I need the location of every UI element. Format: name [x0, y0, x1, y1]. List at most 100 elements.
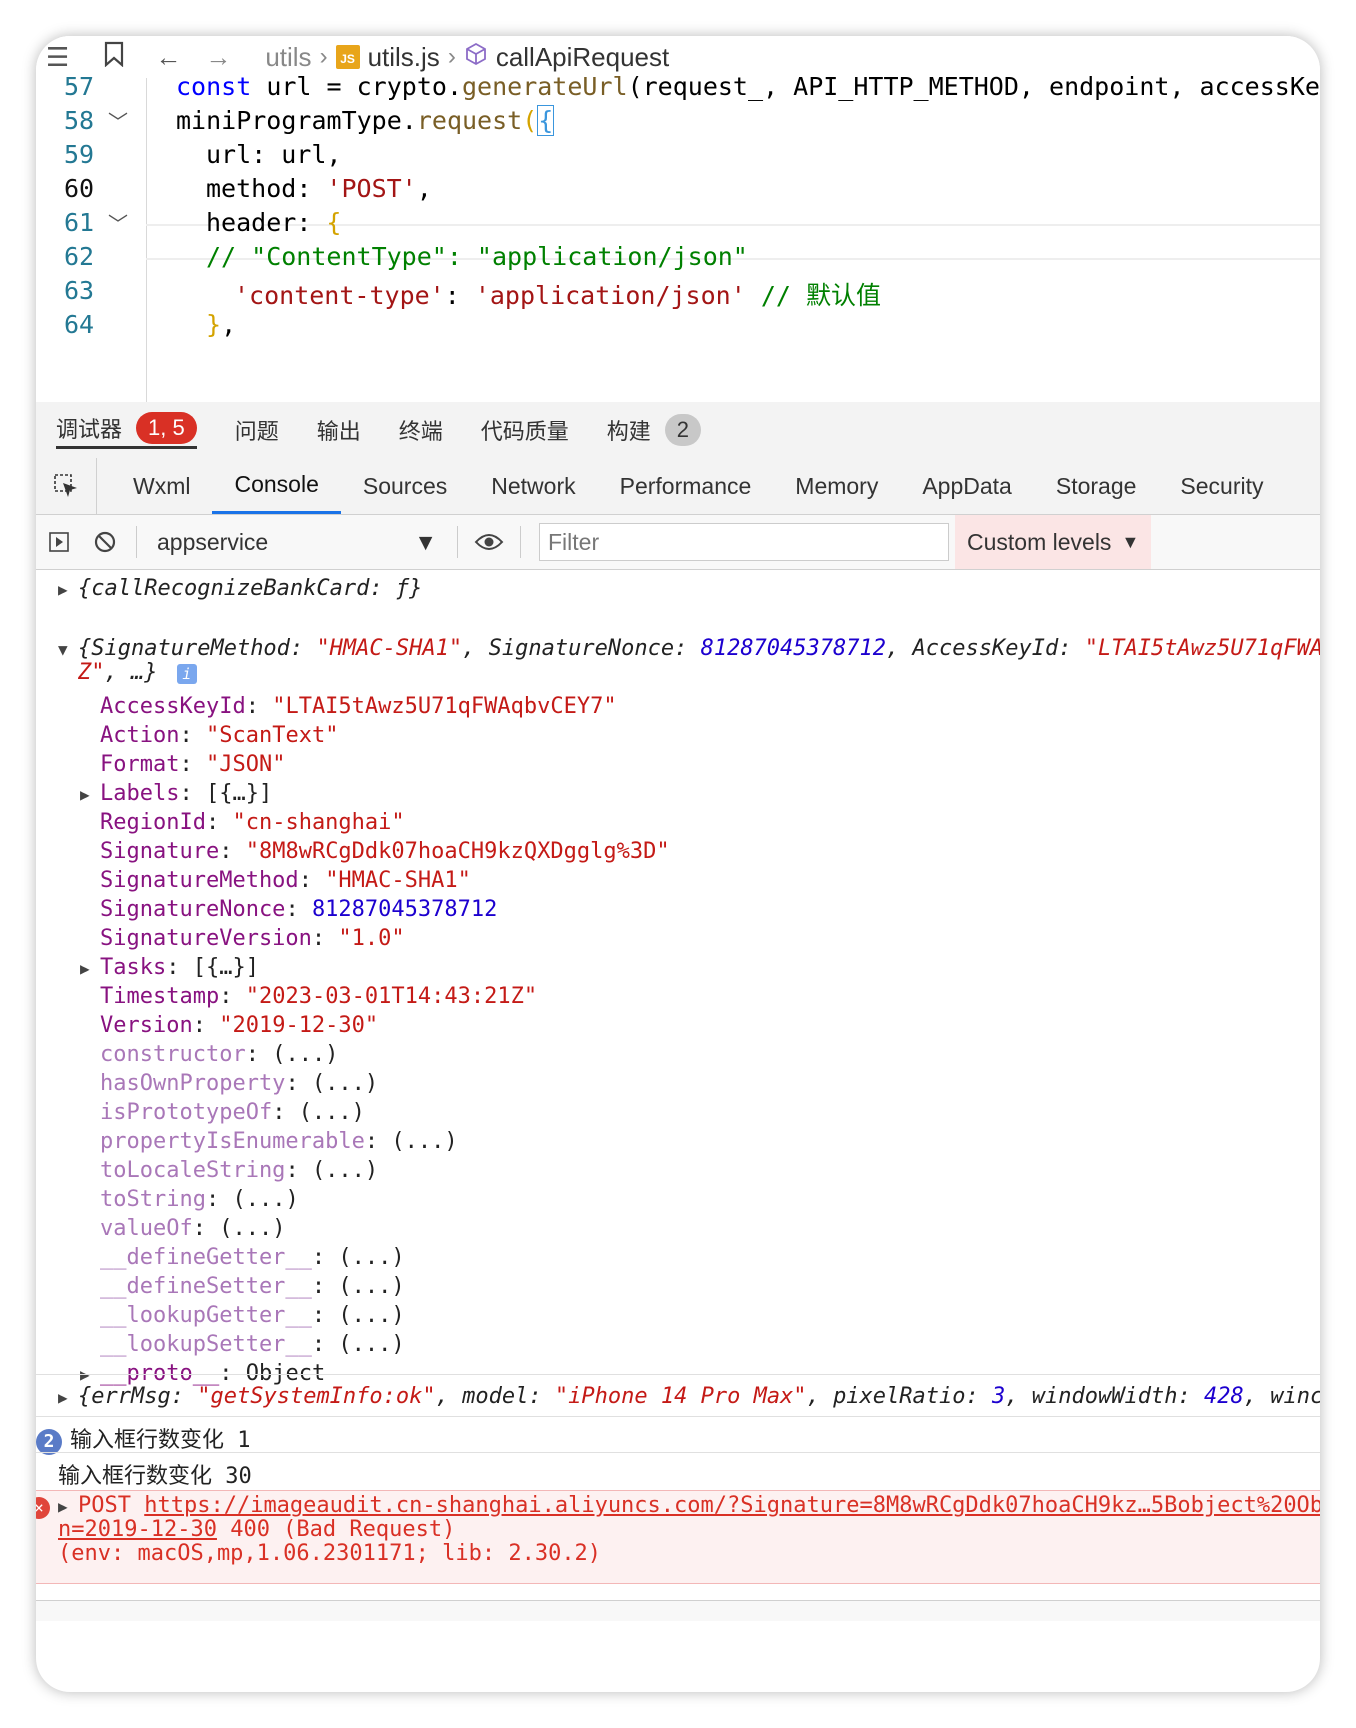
custom-levels-dropdown[interactable]: Custom levels ▼: [955, 515, 1152, 569]
object-property: Action: "ScanText": [100, 723, 339, 748]
object-property[interactable]: ▶ Labels: [{…}]: [80, 781, 1320, 806]
code-line[interactable]: 59 url: url,: [36, 140, 1320, 178]
property-value[interactable]: (...): [338, 1303, 404, 1328]
tab-memory[interactable]: Memory: [773, 458, 900, 514]
property-key: SignatureVersion: [100, 926, 312, 951]
tab-wxml[interactable]: Wxml: [111, 458, 212, 514]
object-property: Signature: "8M8wRCgDdk07hoaCH9kzQXDgglg%…: [100, 839, 670, 864]
code-line[interactable]: 62 // "ContentType": "application/json": [36, 242, 1320, 280]
divider: [457, 526, 458, 558]
info-icon[interactable]: i: [176, 664, 197, 684]
tab-storage[interactable]: Storage: [1034, 458, 1159, 514]
code-line[interactable]: 58 ﹀ miniProgramType.request({: [36, 105, 1320, 144]
expand-triangle-icon[interactable]: ▶: [58, 580, 78, 599]
code-token: :: [296, 208, 327, 237]
tab-label: 输出: [316, 419, 361, 444]
tab-console[interactable]: Console: [212, 458, 341, 514]
property-value[interactable]: (...): [232, 1187, 298, 1212]
list-icon[interactable]: ☰: [46, 42, 69, 73]
request-url-link[interactable]: n=2019-12-30: [58, 1517, 217, 1542]
http-method: POST: [78, 1493, 131, 1518]
code-editor[interactable]: 57 const url = crypto.generateUrl(reques…: [36, 72, 1320, 404]
clear-console-icon[interactable]: [82, 530, 128, 554]
console-entry[interactable]: 2 输入框行数变化 1: [36, 1422, 1320, 1455]
tab-sources[interactable]: Sources: [341, 458, 469, 514]
divider: [136, 526, 137, 558]
tab-network[interactable]: Network: [469, 458, 597, 514]
console-output[interactable]: ▶ {callRecognizeBankCard: ƒ} ▼ {SignatureM…: [36, 570, 1320, 1692]
property-value[interactable]: (...): [219, 1216, 285, 1241]
breadcrumb-file[interactable]: utils.js: [368, 42, 440, 73]
tab-output[interactable]: 输出: [317, 414, 361, 446]
expand-triangle-icon[interactable]: ▶: [80, 959, 100, 978]
code-line[interactable]: 63 'content-type': 'application/json' //…: [36, 276, 1320, 314]
filter-input[interactable]: Filter: [539, 523, 949, 561]
console-entry[interactable]: 输入框行数变化 30: [58, 1458, 1320, 1490]
code-token: (request_, API_HTTP_METHOD, endpoint, ac…: [627, 72, 1320, 101]
tab-code-quality[interactable]: 代码质量: [481, 414, 569, 446]
breadcrumb-symbol[interactable]: callApiRequest: [496, 42, 669, 73]
tab-issues[interactable]: 问题: [235, 414, 279, 446]
object-property: SignatureMethod: "HMAC-SHA1": [100, 868, 471, 893]
request-url-link[interactable]: https://imageaudit.cn-shanghai.aliyuncs.…: [144, 1493, 1320, 1518]
code-token: .: [401, 106, 417, 135]
context-value: appservice: [157, 528, 269, 555]
chevron-down-icon[interactable]: ﹀: [108, 106, 128, 135]
chevron-down-icon[interactable]: ﹀: [108, 208, 128, 237]
breadcrumb-folder[interactable]: utils: [265, 42, 311, 73]
collapse-triangle-icon[interactable]: ▼: [58, 640, 78, 659]
console-error-entry[interactable]: × ▶ POST https://imageaudit.cn-shanghai.a…: [36, 1490, 1320, 1584]
console-bottom-bar: [36, 1600, 1320, 1621]
bookmark-icon[interactable]: [103, 41, 125, 74]
line-number: 57: [64, 72, 95, 101]
property-value[interactable]: (...): [338, 1332, 404, 1357]
value: Z": [78, 660, 105, 685]
property-value[interactable]: (...): [299, 1100, 365, 1125]
forward-arrow-icon[interactable]: →: [205, 42, 231, 73]
tab-performance[interactable]: Performance: [598, 458, 774, 514]
divider: [36, 1452, 1320, 1453]
expand-triangle-icon[interactable]: ▶: [80, 785, 100, 804]
dropdown-arrow-icon: ▼: [1121, 531, 1140, 552]
property-value[interactable]: (...): [338, 1245, 404, 1270]
console-entry[interactable]: ▶ {errMsg: "getSystemInfo:ok", model: "iP…: [58, 1384, 1320, 1409]
log-text: 输入框行数变化 1: [70, 1428, 251, 1453]
object-property: propertyIsEnumerable: (...): [100, 1129, 458, 1154]
http-status: 400 (Bad Request): [216, 1517, 456, 1542]
property-key: toString: [100, 1187, 206, 1212]
code-line[interactable]: 60 method: 'POST',: [36, 174, 1320, 212]
ellipsis: , …}: [104, 660, 158, 685]
tab-label: 终端: [398, 419, 443, 444]
code-token: method: [206, 174, 297, 203]
property-value[interactable]: (...): [312, 1158, 378, 1183]
code-line[interactable]: 64 },: [36, 310, 1320, 348]
chevron-right-icon: ›: [447, 43, 456, 70]
back-arrow-icon[interactable]: ←: [155, 42, 181, 73]
devtools-window: ☰ ← → utils › JS utils.js › callApiReque…: [36, 36, 1320, 1692]
property-value[interactable]: (...): [338, 1274, 404, 1299]
property-value[interactable]: (...): [391, 1129, 457, 1154]
object-property: Timestamp: "2023-03-01T14:43:21Z": [100, 984, 538, 1009]
property-value[interactable]: (...): [272, 1042, 338, 1067]
object-property[interactable]: ▶ Tasks: [{…}]: [80, 955, 1320, 980]
tab-build[interactable]: 构建 2: [607, 414, 702, 446]
expand-triangle-icon[interactable]: ▶: [58, 1497, 78, 1516]
console-entry[interactable]: ▼ {SignatureMethod: "HMAC-SHA1", Signatur…: [58, 636, 1320, 661]
expand-triangle-icon[interactable]: ▶: [58, 1388, 78, 1407]
tab-debugger[interactable]: 调试器 1, 5: [56, 411, 197, 449]
property-value[interactable]: (...): [312, 1071, 378, 1096]
inspect-element-icon[interactable]: [36, 458, 97, 514]
eye-icon[interactable]: [466, 532, 512, 552]
console-entry[interactable]: ▶ {callRecognizeBankCard: ƒ}: [58, 576, 1320, 601]
code-line[interactable]: 61 ﹀ header: {: [36, 208, 1320, 246]
property-key: Tasks: [100, 955, 167, 980]
sidebar-toggle-icon[interactable]: [36, 531, 82, 553]
context-select[interactable]: appservice ▼: [145, 529, 449, 556]
line-number: 63: [64, 276, 95, 305]
tab-appdata[interactable]: AppData: [900, 458, 1034, 514]
object-property: Version: "2019-12-30": [100, 1013, 379, 1038]
tab-terminal[interactable]: 终端: [399, 414, 443, 446]
code-line[interactable]: 57 const url = crypto.generateUrl(reques…: [36, 72, 1320, 110]
value: 81287045378712: [700, 636, 887, 661]
tab-security[interactable]: Security: [1158, 458, 1285, 514]
